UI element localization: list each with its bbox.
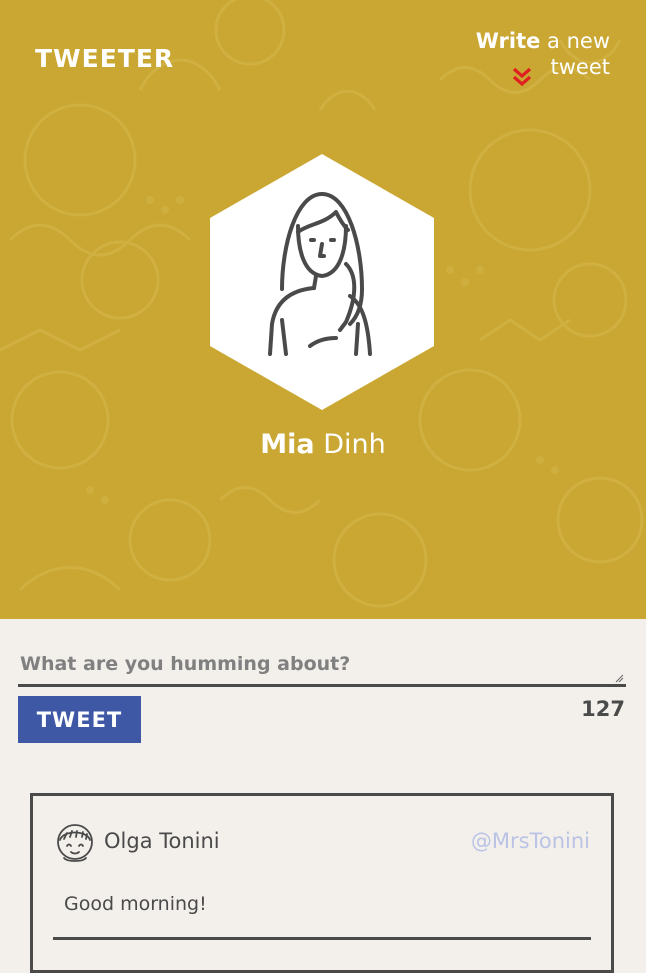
profile-avatar	[210, 154, 434, 410]
tweet-button[interactable]: TWEET	[18, 696, 141, 743]
tweet-compose-input[interactable]	[18, 643, 626, 687]
tweet-author-handle[interactable]: @MrsTonini	[471, 828, 590, 854]
character-counter: 127	[581, 697, 625, 721]
profile-last-name: Dinh	[323, 429, 386, 460]
write-link-rest: a new tweet	[540, 29, 610, 79]
tweet-divider	[53, 937, 591, 940]
tweet-text: Good morning!	[64, 893, 207, 915]
chevron-double-down-icon[interactable]	[511, 66, 533, 88]
resize-handle-icon[interactable]	[615, 674, 624, 683]
write-link-bold: Write	[475, 29, 541, 53]
tweet-card: Olga Tonini @MrsTonini Good morning!	[30, 793, 614, 973]
profile-header: TWEETER Write a new tweet Mia Dinh	[0, 0, 646, 619]
profile-first-name: Mia	[260, 429, 315, 460]
tweet-author-name[interactable]: Olga Tonini	[104, 828, 220, 854]
write-new-tweet-link[interactable]: Write a new tweet	[410, 28, 610, 80]
girl-avatar-icon	[57, 824, 93, 862]
brand-logo[interactable]: TWEETER	[35, 44, 174, 74]
profile-name: Mia Dinh	[0, 428, 646, 462]
